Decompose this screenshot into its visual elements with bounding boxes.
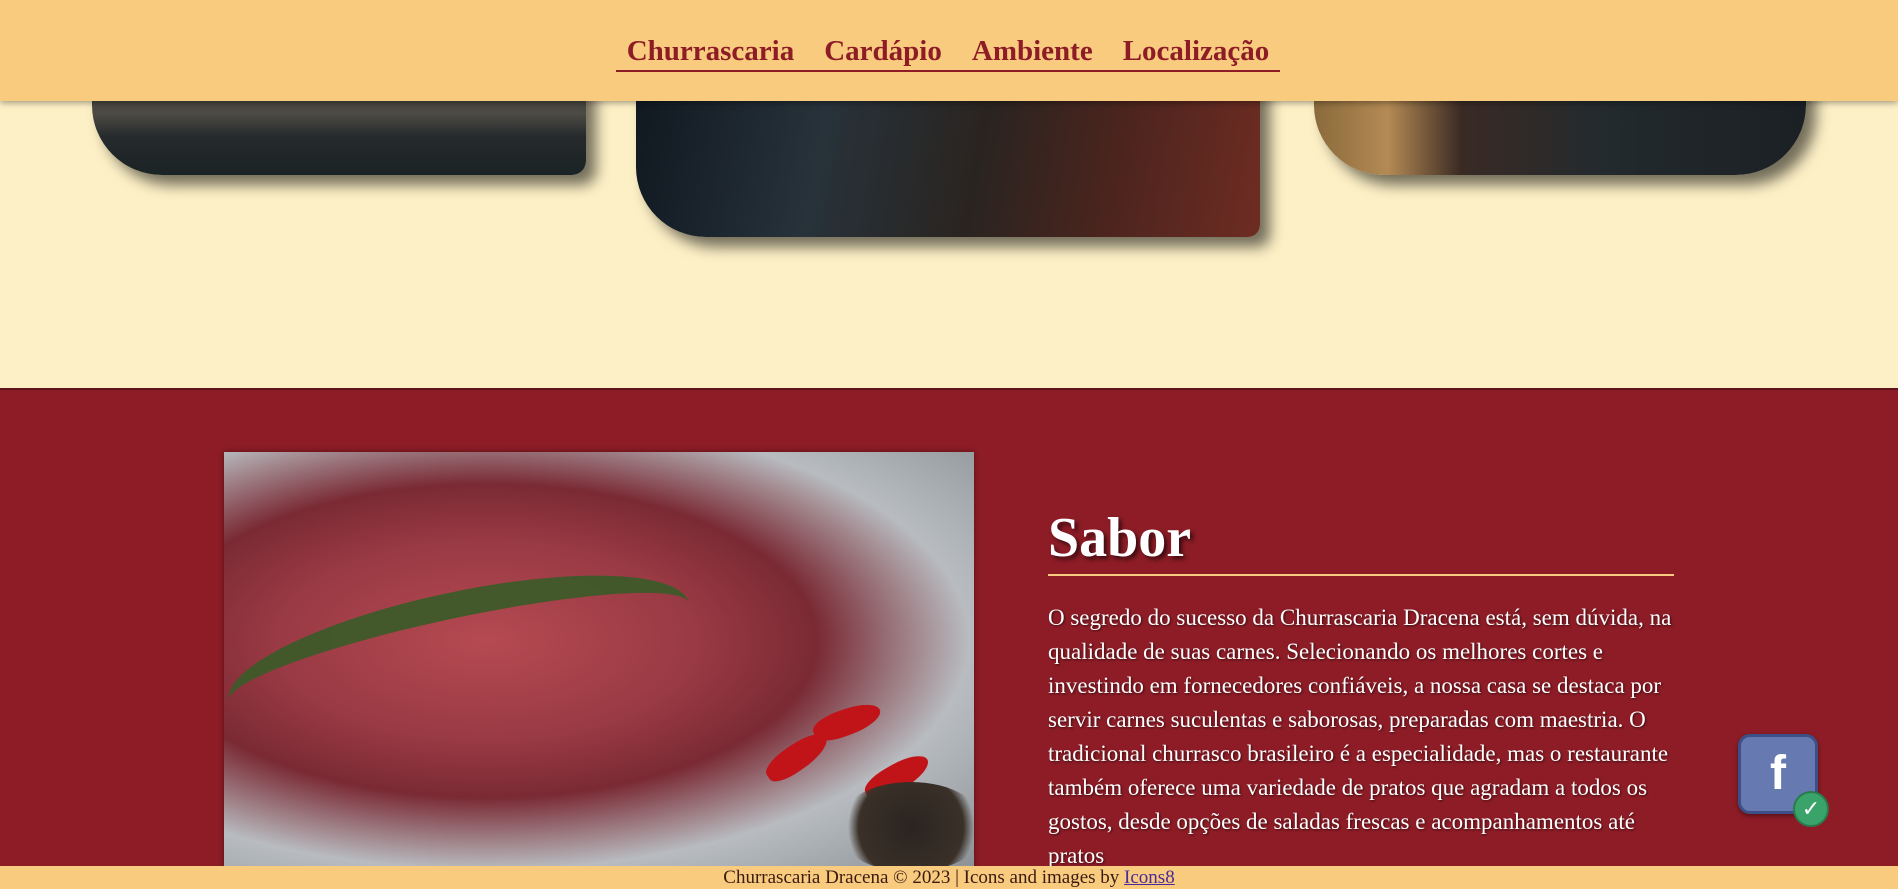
footer-text: Churrascaria Dracena © 2023 | Icons and …: [723, 867, 1125, 888]
section-title: Sabor: [1048, 507, 1192, 569]
title-divider: [1048, 574, 1674, 576]
site-footer: Churrascaria Dracena © 2023 | Icons and …: [0, 866, 1898, 889]
check-icon: ✓: [1793, 791, 1829, 827]
rosemary-sprig: [224, 544, 702, 760]
main-nav: Churrascaria Cardápio Ambiente Localizaç…: [616, 30, 1280, 72]
peppercorns: [836, 782, 974, 872]
facebook-icon: f: [1770, 747, 1786, 800]
chili-pepper: [809, 697, 885, 747]
site-header: Churrascaria Cardápio Ambiente Localizaç…: [0, 0, 1898, 101]
steak-image: [224, 452, 974, 872]
footer-icons8-link[interactable]: Icons8: [1124, 867, 1175, 888]
sabor-section: Sabor O segredo do sucesso da Churrascar…: [0, 388, 1898, 889]
gallery-photo-center: [636, 80, 1260, 237]
nav-link-cardapio[interactable]: Cardápio: [824, 30, 942, 70]
section-paragraph: O segredo do sucesso da Churrascaria Dra…: [1048, 605, 1672, 868]
nav-link-localizacao[interactable]: Localização: [1123, 30, 1270, 70]
nav-link-ambiente[interactable]: Ambiente: [972, 30, 1093, 70]
nav-link-churrascaria[interactable]: Churrascaria: [627, 30, 795, 70]
facebook-button[interactable]: f ✓: [1738, 734, 1829, 827]
